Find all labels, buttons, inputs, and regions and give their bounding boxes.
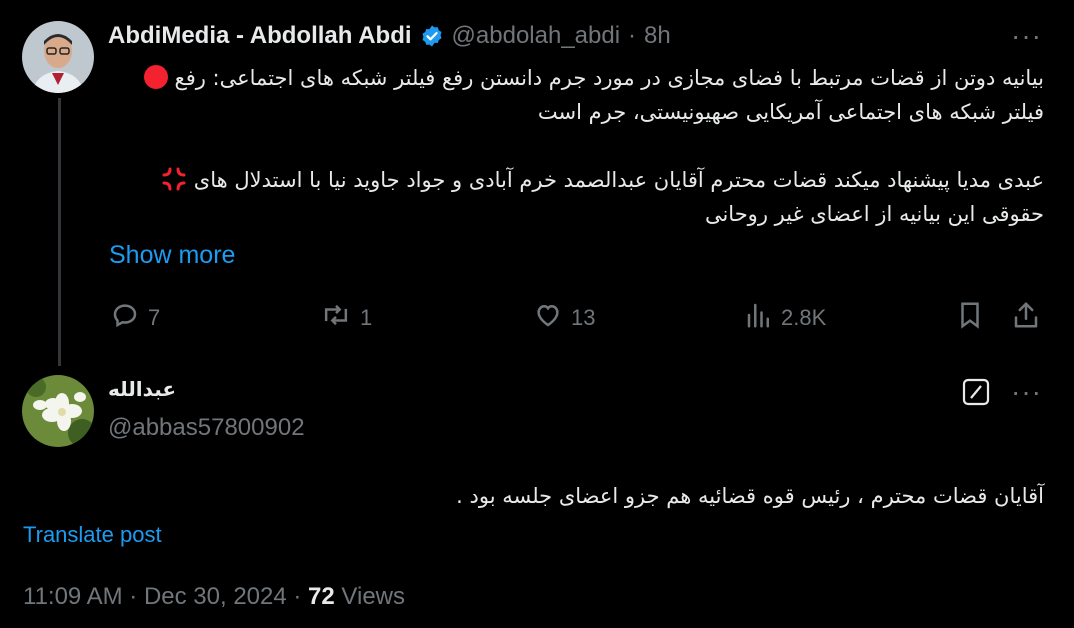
more-options-icon[interactable]: ··· [1011, 378, 1042, 406]
anger-symbol-icon [161, 166, 187, 192]
reply-author-name[interactable]: عبدالله [108, 377, 176, 401]
heart-icon [533, 300, 563, 336]
thread-line [58, 98, 61, 366]
bookmark-button[interactable] [956, 300, 984, 336]
bookmark-icon [956, 300, 984, 336]
views-label: Views [334, 583, 406, 610]
show-more-link[interactable]: Show more [109, 241, 235, 270]
reply-count: 7 [148, 305, 161, 330]
author-name[interactable]: AbdiMedia - Abdollah Abdi [108, 22, 412, 50]
repost-button[interactable]: 1 [320, 300, 372, 336]
avatar[interactable] [22, 375, 94, 447]
share-icon [1012, 300, 1040, 336]
grok-icon[interactable] [962, 378, 990, 406]
bar-chart-icon [745, 300, 773, 336]
tweet-line-1: بیانیه دوتن از قضات مرتبط با فضای مجازی … [174, 66, 1044, 90]
like-button[interactable]: 13 [533, 300, 595, 336]
separator-dot: · [628, 22, 637, 49]
view-count: 72 [308, 583, 335, 610]
post-time[interactable]: 8h [644, 22, 671, 50]
reply-author-handle[interactable]: @abbas57800902 [108, 414, 305, 442]
author-handle[interactable]: @abdolah_abdi [452, 22, 621, 50]
reply-button[interactable]: 7 [110, 300, 160, 336]
reply-icon [110, 300, 140, 336]
repost-count: 1 [360, 305, 373, 330]
views-button[interactable]: 2.8K [745, 300, 826, 336]
avatar[interactable] [22, 21, 94, 93]
like-count: 13 [571, 305, 596, 330]
translate-post-link[interactable]: Translate post [23, 522, 162, 548]
tweet-line-2: فیلتر شبکه های اجتماعی آمریکایی صهیونیست… [537, 100, 1044, 124]
reply-text: آقایان قضات محترم ، رئیس قوه قضائیه هم ج… [456, 484, 1044, 508]
tweet-line-3: عبدی مدیا پیشنهاد میکند قضات محترم آقایا… [193, 168, 1044, 192]
tweet-line-4: حقوقی این بیانیه از اعضای غیر روحانی [704, 202, 1044, 226]
views-count: 2.8K [781, 305, 827, 330]
repost-icon [320, 300, 352, 336]
verified-badge-icon [420, 24, 444, 48]
red-circle-icon [143, 65, 168, 89]
share-button[interactable] [1012, 300, 1040, 336]
post-timestamp[interactable]: 11:09 AM · Dec 30, 2024 · [23, 583, 308, 610]
more-options-icon[interactable]: ··· [1011, 22, 1042, 50]
